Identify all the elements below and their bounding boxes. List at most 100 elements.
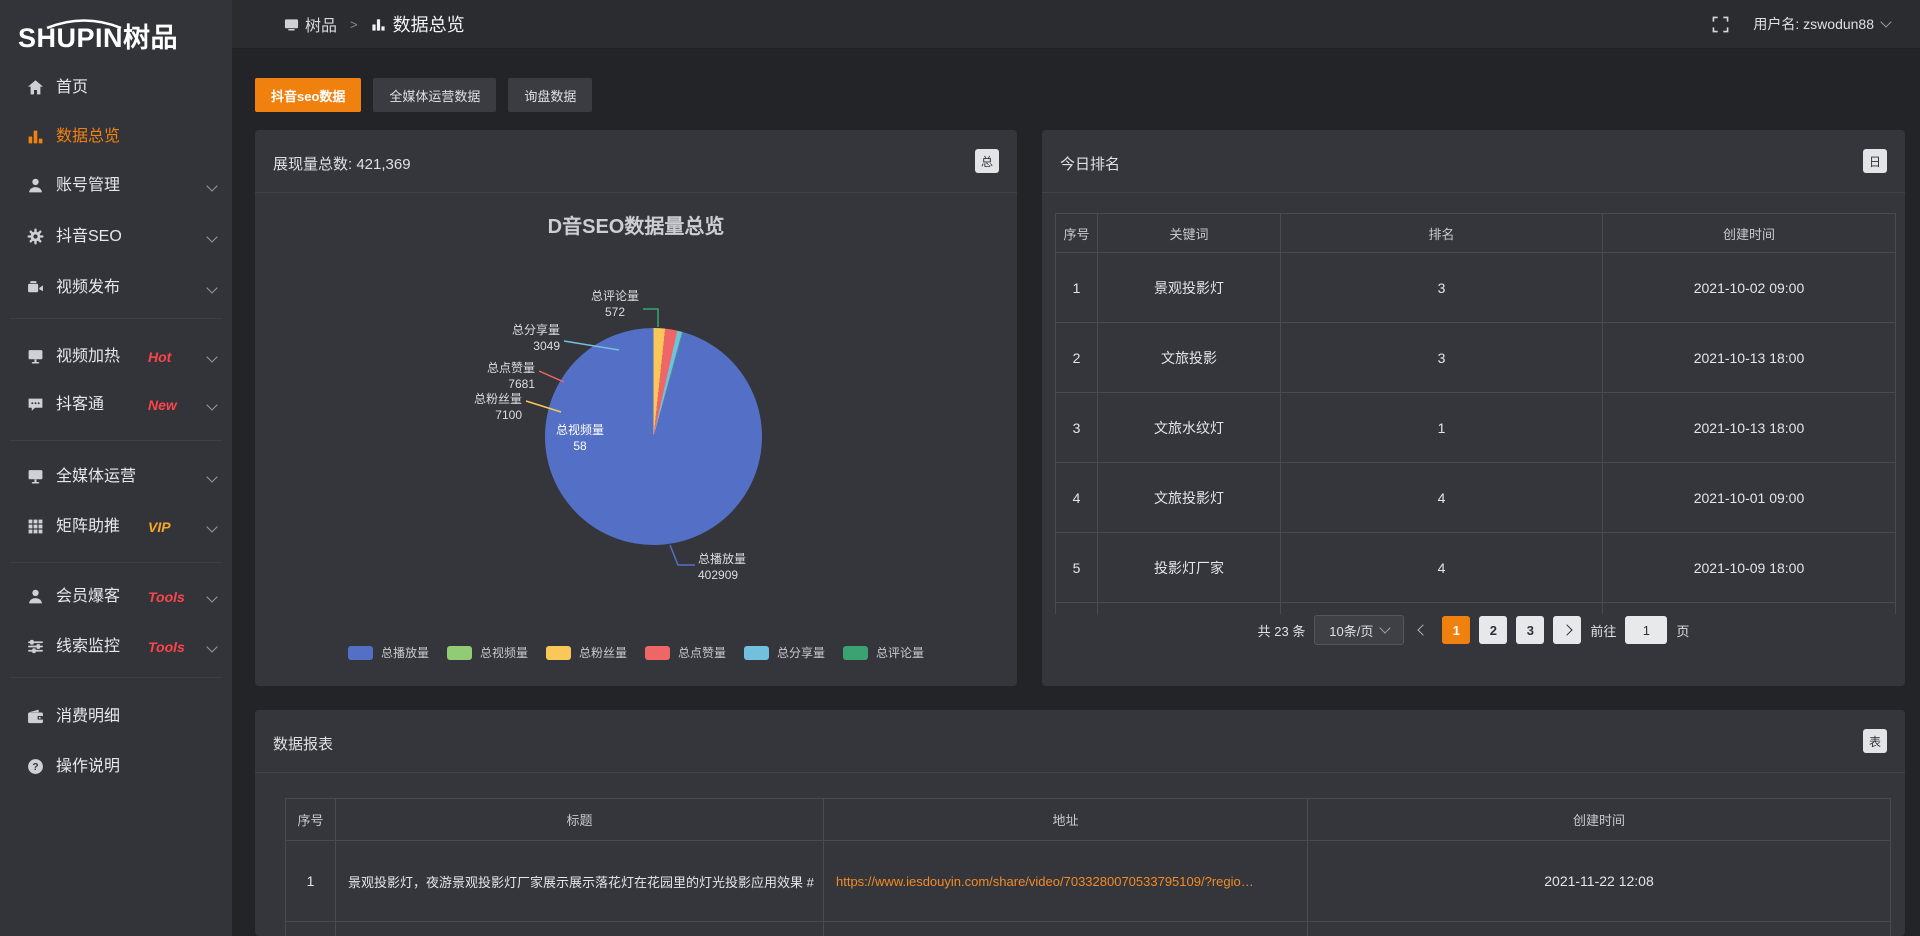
chevron-down-icon (206, 180, 217, 191)
next-page-button[interactable] (1553, 616, 1581, 644)
ranking-table: 序号 关键词 排名 创建时间 1景观投影灯32021-10-02 09:00 2… (1055, 213, 1896, 614)
video-publish-icon (27, 279, 44, 296)
report-table: 序号 标题 地址 创建时间 1 景观投影灯，夜游景观投影灯厂家展示展示落花灯在花… (285, 798, 1891, 936)
breadcrumb-root-label: 树品 (305, 12, 337, 36)
pie-label-comments: 总评论量572 (585, 288, 645, 320)
legend-item[interactable]: 总评论量 (843, 644, 924, 661)
overview-panel-title: 展现量总数: 421,369 (273, 153, 411, 174)
video-url-link[interactable]: https://www.iesdouyin.com/share/video/70… (836, 874, 1254, 889)
sidebar-item-label: 消费明细 (56, 697, 120, 737)
sidebar-item-douyin-seo[interactable]: 抖音SEO (0, 217, 232, 257)
report-panel-title: 数据报表 (273, 733, 333, 754)
table-header-row: 序号 关键词 排名 创建时间 (1056, 214, 1896, 253)
chevron-left-icon (1418, 624, 1429, 635)
tab-omnimedia-data[interactable]: 全媒体运营数据 (373, 78, 496, 112)
ranking-panel: 今日排名 日 序号 关键词 排名 创建时间 1景观投影灯32021-10-02 … (1042, 130, 1905, 686)
pie-label-likes: 总点赞量7681 (435, 360, 535, 392)
legend-item[interactable]: 总分享量 (744, 644, 825, 661)
prev-page-button[interactable] (1413, 626, 1433, 634)
new-badge: New (148, 385, 177, 425)
user-menu[interactable]: 用户名: zswodun88 (1753, 14, 1890, 34)
pie-label-videos: 总视频量58 (540, 422, 620, 454)
breadcrumb-current[interactable]: 数据总览 (371, 11, 465, 37)
ranking-panel-header: 今日排名 日 (1042, 130, 1905, 192)
sidebar-item-douketong[interactable]: 抖客通 New (0, 385, 232, 425)
sidebar-item-label: 全媒体运营 (56, 457, 136, 497)
goto-page-input[interactable]: 1 (1625, 616, 1667, 644)
chevron-down-icon (206, 471, 217, 482)
legend-swatch (645, 646, 670, 660)
pie-label-fans: 总粉丝量7100 (422, 391, 522, 423)
goto-label: 前往 (1590, 621, 1616, 640)
sidebar-item-home[interactable]: 首页 (0, 68, 232, 108)
sidebar-item-label: 矩阵助推 (56, 507, 120, 547)
table-row: 3文旅水纹灯12021-10-13 18:00 (1056, 393, 1896, 463)
col-title: 标题 (336, 799, 824, 841)
breadcrumb-root[interactable]: 树品 (284, 12, 337, 36)
chevron-down-icon (206, 399, 217, 410)
tools-badge: Tools (148, 627, 185, 667)
total-badge-button[interactable]: 总 (975, 149, 999, 173)
table-row: 2文旅投影32021-10-13 18:00 (1056, 323, 1896, 393)
table-header-row: 序号 标题 地址 创建时间 (286, 799, 1891, 841)
fullscreen-icon[interactable] (1712, 16, 1729, 33)
sidebar-item-video-heat[interactable]: 视频加热 Hot (0, 337, 232, 377)
page-button-3[interactable]: 3 (1516, 616, 1544, 644)
username-label: 用户名: zswodun88 (1753, 14, 1874, 34)
chevron-down-icon (1880, 16, 1891, 27)
sidebar-item-video-publish[interactable]: 视频发布 (0, 268, 232, 308)
sliders-icon (27, 638, 44, 655)
pagination: 共 23 条 10条/页 1 2 3 前往 1 页 (1042, 616, 1905, 644)
col-address: 地址 (824, 799, 1308, 841)
chart-legend: 总播放量 总视频量 总粉丝量 总点赞量 总分享量 总评论量 (255, 644, 1017, 661)
table-badge-button[interactable]: 表 (1863, 729, 1887, 753)
col-rank: 排名 (1281, 214, 1603, 253)
legend-swatch (447, 646, 472, 660)
page-button-2[interactable]: 2 (1479, 616, 1507, 644)
sidebar-item-label: 首页 (56, 68, 88, 108)
pie-label-plays: 总播放量402909 (698, 551, 808, 583)
sidebar-divider (10, 562, 222, 563)
sidebar-divider (10, 318, 222, 319)
tab-inquiry-data[interactable]: 询盘数据 (508, 78, 592, 112)
table-row-clipped (1056, 603, 1896, 615)
report-panel-header: 数据报表 表 (255, 710, 1905, 772)
table-row-clipped (286, 922, 1891, 936)
data-tabs: 抖音seo数据 全媒体运营数据 询盘数据 (255, 78, 592, 112)
legend-item[interactable]: 总播放量 (348, 644, 429, 661)
table-row: 1景观投影灯32021-10-02 09:00 (1056, 253, 1896, 323)
legend-item[interactable]: 总粉丝量 (546, 644, 627, 661)
sidebar-item-consumption[interactable]: 消费明细 (0, 697, 232, 737)
chevron-down-icon (206, 351, 217, 362)
sidebar-item-member-baoke[interactable]: 会员爆客 Tools (0, 577, 232, 617)
svg-text:?: ? (32, 762, 38, 773)
legend-item[interactable]: 总视频量 (447, 644, 528, 661)
sidebar-item-matrix-boost[interactable]: 矩阵助推 VIP (0, 507, 232, 547)
chevron-down-icon (206, 641, 217, 652)
sidebar-item-account[interactable]: 账号管理 (0, 166, 232, 206)
pie-label-shares: 总分享量3049 (460, 322, 560, 354)
day-badge-button[interactable]: 日 (1863, 149, 1887, 173)
breadcrumb-current-label: 数据总览 (393, 11, 465, 37)
sidebar-item-label: 会员爆客 (56, 577, 120, 617)
sidebar-item-data-overview[interactable]: 数据总览 (0, 117, 232, 157)
tab-douyin-seo[interactable]: 抖音seo数据 (255, 78, 361, 112)
sidebar-item-label: 线索监控 (56, 627, 120, 667)
chevron-down-icon (206, 231, 217, 242)
ranking-panel-title: 今日排名 (1060, 153, 1120, 174)
topbar-right: 用户名: zswodun88 (1712, 14, 1920, 34)
logo[interactable]: SHUPIN树品 (18, 16, 218, 56)
legend-swatch (843, 646, 868, 660)
chevron-down-icon (206, 521, 217, 532)
page-button-1[interactable]: 1 (1442, 616, 1470, 644)
gear-icon (27, 228, 44, 245)
app-root: SHUPIN树品 首页 数据总览 账号管理 抖音SEO 视频发布 (0, 0, 1920, 936)
sidebar-item-omnimedia[interactable]: 全媒体运营 (0, 457, 232, 497)
sidebar-item-help[interactable]: ? 操作说明 (0, 747, 232, 787)
breadcrumb: 树品 > 数据总览 (232, 11, 465, 37)
legend-item[interactable]: 总点赞量 (645, 644, 726, 661)
sidebar-item-label: 抖音SEO (56, 217, 122, 257)
monitor-play-icon (27, 348, 44, 365)
sidebar-item-lead-monitor[interactable]: 线索监控 Tools (0, 627, 232, 667)
page-size-select[interactable]: 10条/页 (1314, 615, 1404, 645)
